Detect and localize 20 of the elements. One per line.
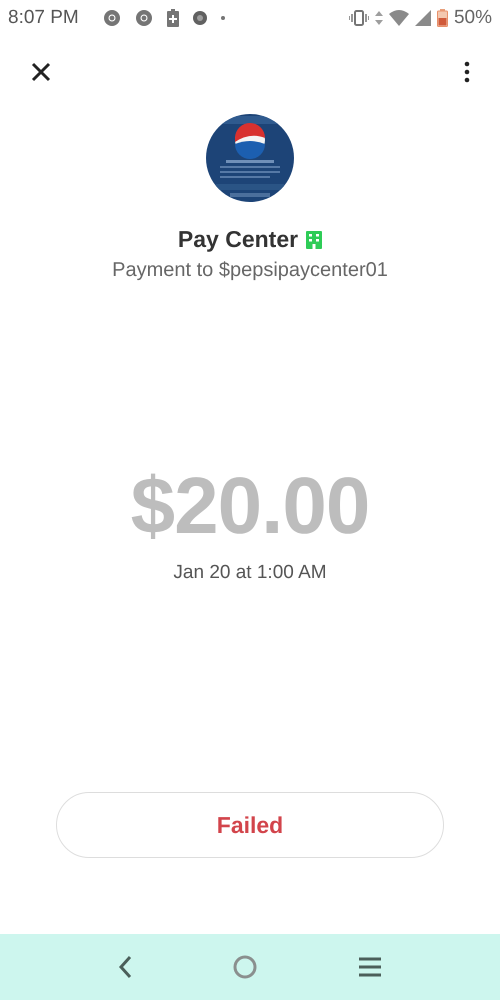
recipient-name: Pay Center <box>178 226 298 253</box>
home-icon[interactable] <box>232 954 258 980</box>
status-time: 8:07 PM <box>8 7 79 29</box>
data-arrows-icon <box>374 11 383 25</box>
aperture-icon <box>192 11 207 25</box>
wifi-icon <box>388 10 409 26</box>
business-building-icon <box>306 230 322 248</box>
back-icon[interactable] <box>118 955 132 979</box>
payment-date: Jan 20 at 1:00 AM <box>173 562 327 584</box>
vibrate-icon <box>348 10 369 26</box>
payment-amount: $20.00 <box>130 460 370 552</box>
more-vertical-icon[interactable] <box>464 61 470 83</box>
battery-icon <box>436 9 448 27</box>
battery-percent: 50% <box>454 7 492 29</box>
battery-plus-icon <box>166 9 179 27</box>
payment-recipient-text: Payment to $pepsipaycenter01 <box>112 259 388 282</box>
menu-icon[interactable] <box>358 956 382 978</box>
dot-icon <box>220 16 225 20</box>
signal-icon <box>414 10 431 26</box>
status-button[interactable]: Failed <box>56 792 444 858</box>
